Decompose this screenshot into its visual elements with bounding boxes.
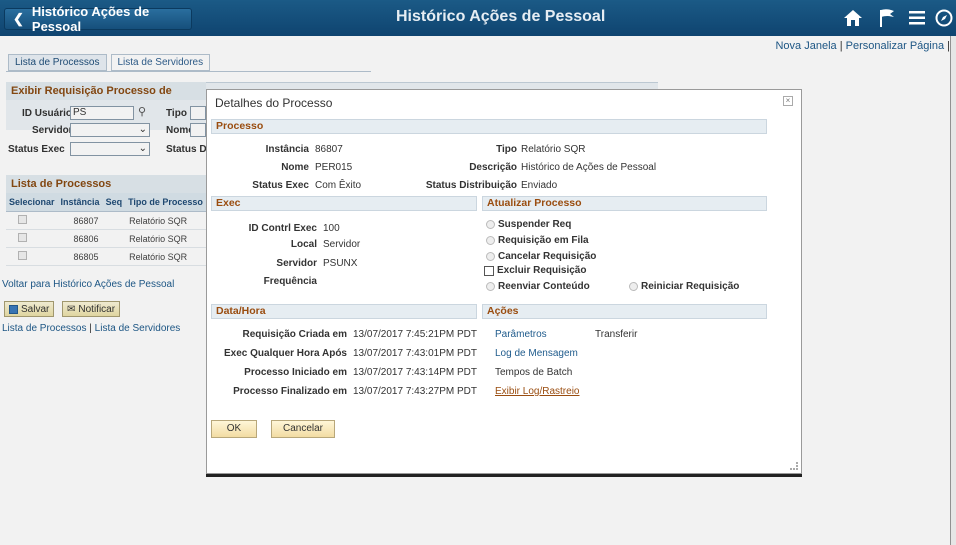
back-button[interactable]: ❮ Histórico Ações de Pessoal xyxy=(4,4,192,34)
exec-section-header: Exec xyxy=(211,196,477,211)
run-control-id-value: 100 xyxy=(323,223,340,234)
type-value: Relatório SQR xyxy=(521,144,586,155)
radio-circle xyxy=(486,220,495,229)
radio-label: Requisição em Fila xyxy=(498,235,589,246)
radio-label: Suspender Req xyxy=(498,219,572,230)
radio-resend[interactable]: Reenviar Conteúdo xyxy=(486,281,590,292)
close-icon[interactable]: × xyxy=(783,96,793,106)
request-created-value: 13/07/2017 7:45:21PM PDT xyxy=(353,329,477,340)
process-details-dialog: Detalhes do Processo × Processo Instânci… xyxy=(206,89,802,474)
message-log-link[interactable]: Log de Mensagem xyxy=(495,348,578,359)
radio-suspend[interactable]: Suspender Req xyxy=(486,219,571,230)
back-button-label: Histórico Ações de Pessoal xyxy=(31,4,150,34)
update-process-header: Atualizar Processo xyxy=(482,196,767,211)
radio-queue[interactable]: Requisição em Fila xyxy=(486,235,589,246)
navigator-icon[interactable] xyxy=(934,7,954,29)
flag-icon[interactable] xyxy=(876,7,898,29)
page-title: Histórico Ações de Pessoal xyxy=(396,8,606,25)
name-value: PER015 xyxy=(315,162,353,173)
radio-focused xyxy=(484,265,494,276)
chevron-left-icon: ❮ xyxy=(13,11,24,26)
status-distribution-value: Enviado xyxy=(521,180,558,191)
status-distribution-label: Status Distribuição xyxy=(425,180,517,191)
radio-label: Excluir Requisição xyxy=(497,265,587,276)
instance-label: Instância xyxy=(265,144,309,155)
ok-button[interactable]: OK xyxy=(211,420,257,438)
location-label: Local xyxy=(290,239,317,250)
dialog-title: Detalhes do Processo xyxy=(215,96,333,110)
status-exec-label: Status Exec xyxy=(252,180,309,191)
process-ended-value: 13/07/2017 7:43:27PM PDT xyxy=(353,386,477,397)
server-label: Servidor xyxy=(276,258,317,269)
process-ended-label: Processo Finalizado em xyxy=(233,386,347,397)
run-anytime-after-label: Exec Qualquer Hora Após xyxy=(224,348,347,359)
radio-label: Cancelar Requisição xyxy=(498,251,597,262)
description-value: Histórico de Ações de Pessoal xyxy=(521,162,657,173)
radio-cancel[interactable]: Cancelar Requisição xyxy=(486,251,596,262)
radio-restart[interactable]: Reiniciar Requisição xyxy=(629,281,739,292)
process-began-label: Processo Iniciado em xyxy=(244,367,347,378)
radio-circle xyxy=(486,236,495,245)
location-value: Servidor xyxy=(323,239,361,250)
home-icon[interactable] xyxy=(842,7,864,29)
batch-timings-text: Tempos de Batch xyxy=(495,367,573,378)
transfer-text: Transferir xyxy=(595,329,638,340)
server-value: PSUNX xyxy=(323,258,358,269)
cancel-button[interactable]: Cancelar xyxy=(271,420,335,438)
request-created-label: Requisição Criada em xyxy=(242,329,347,340)
top-banner: ❮ Histórico Ações de Pessoal Histórico A… xyxy=(0,0,956,36)
description-label: Descrição xyxy=(469,162,517,173)
radio-circle xyxy=(486,252,495,261)
radio-label: Reenviar Conteúdo xyxy=(498,281,590,292)
process-began-value: 13/07/2017 7:43:14PM PDT xyxy=(353,367,477,378)
frequency-label: Frequência xyxy=(263,276,317,287)
menu-icon[interactable] xyxy=(906,7,928,29)
radio-circle xyxy=(486,282,495,291)
radio-circle xyxy=(629,282,638,291)
datetime-section-header: Data/Hora xyxy=(211,304,477,319)
name-label: Nome xyxy=(281,162,309,173)
status-exec-value: Com Êxito xyxy=(315,180,362,191)
radio-label: Reiniciar Requisição xyxy=(641,281,740,292)
resize-handle-icon[interactable] xyxy=(790,462,798,470)
radio-delete[interactable]: Excluir Requisição xyxy=(484,265,586,276)
run-control-id-label: ID Contrl Exec xyxy=(248,223,317,234)
view-log-trace-link[interactable]: Exibir Log/Rastreio xyxy=(495,386,579,397)
instance-value: 86807 xyxy=(315,144,343,155)
run-anytime-after-value: 13/07/2017 7:43:01PM PDT xyxy=(353,348,477,359)
process-section-header: Processo xyxy=(211,119,767,134)
type-label: Tipo xyxy=(496,144,517,155)
actions-section-header: Ações xyxy=(482,304,767,319)
parameters-link[interactable]: Parâmetros xyxy=(495,329,547,340)
